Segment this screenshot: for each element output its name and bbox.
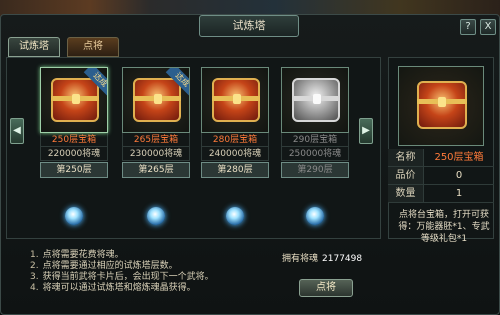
soul-orb-icon bbox=[65, 207, 83, 225]
chest-name: 250层宝箱 bbox=[40, 133, 108, 147]
detail-row-quantity: 数量 1 bbox=[388, 185, 494, 203]
chest-cost: 230000将魂 bbox=[122, 147, 190, 161]
detail-row-name: 名称 250层宝箱 bbox=[388, 149, 494, 167]
chest-image bbox=[281, 67, 349, 133]
soul-orb-icon bbox=[226, 207, 244, 225]
chest-image bbox=[201, 67, 269, 133]
detail-chest-image bbox=[398, 66, 484, 146]
soul-label: 拥有将魂 bbox=[282, 254, 319, 264]
soul-orb-icon bbox=[147, 207, 165, 225]
reward-card-265[interactable]: 达成 265层宝箱 230000将魂 第265层 bbox=[122, 67, 190, 178]
treasure-chest-icon bbox=[133, 78, 181, 122]
tab-dianjiang[interactable]: 点将 bbox=[67, 37, 119, 57]
chest-floor: 第290层 bbox=[281, 162, 349, 178]
chest-floor: 第250层 bbox=[40, 162, 108, 178]
chest-cost: 220000将魂 bbox=[40, 147, 108, 161]
tip-item: 3. 获得当前武将卡片后，会出现下一个武将。 bbox=[30, 272, 214, 282]
chest-cost: 240000将魂 bbox=[201, 147, 269, 161]
chest-floor: 第280层 bbox=[201, 162, 269, 178]
dianjiang-button[interactable]: 点将 bbox=[299, 279, 353, 297]
soul-value: 2177498 bbox=[322, 254, 363, 264]
close-button[interactable]: X bbox=[480, 19, 496, 35]
treasure-chest-icon bbox=[417, 81, 467, 129]
chest-image: 达成 bbox=[122, 67, 190, 133]
treasure-chest-locked-icon bbox=[292, 78, 340, 122]
reward-card-280[interactable]: 280层宝箱 240000将魂 第280层 bbox=[201, 67, 269, 178]
chest-name: 265层宝箱 bbox=[122, 133, 190, 147]
detail-value: 0 bbox=[455, 170, 463, 181]
detail-row-quality: 品价 0 bbox=[388, 167, 494, 185]
detail-info-table: 名称 250层宝箱 品价 0 数量 1 bbox=[388, 149, 494, 203]
tips-list: 1. 点将需要花费将魂。 2. 点将需要通过相应的试炼塔层数。 3. 获得当前武将卡片… bbox=[30, 250, 270, 294]
detail-value: 1 bbox=[455, 188, 463, 199]
detail-value: 250层宝箱 bbox=[434, 152, 484, 163]
tab-trial-tower[interactable]: 试炼塔 bbox=[8, 37, 60, 57]
detail-key: 品价 bbox=[388, 167, 424, 184]
detail-key: 数量 bbox=[388, 185, 424, 202]
chest-cost: 250000将魂 bbox=[281, 147, 349, 161]
window-title: 试炼塔 bbox=[199, 15, 299, 37]
chest-name: 290层宝箱 bbox=[281, 133, 349, 147]
tip-item: 1. 点将需要花费将魂。 bbox=[30, 250, 124, 260]
detail-description: 点将台宝箱，打开可获得：万能器胚*1、专武等级礼包*1 bbox=[398, 210, 490, 244]
chest-image: 达成 bbox=[40, 67, 108, 133]
soul-orb-icon bbox=[306, 207, 324, 225]
detail-key: 名称 bbox=[388, 149, 424, 166]
tip-item: 4. 将魂可以通过试炼塔和熔炼魂晶获得。 bbox=[30, 283, 196, 293]
chest-floor: 第265层 bbox=[122, 162, 190, 178]
next-page-arrow-icon[interactable]: ▶ bbox=[359, 118, 373, 144]
soul-balance: 拥有将魂 2177498 bbox=[282, 251, 362, 264]
tip-item: 2. 点将需要通过相应的试炼塔层数。 bbox=[30, 261, 178, 271]
chest-name: 280层宝箱 bbox=[201, 133, 269, 147]
treasure-chest-icon bbox=[51, 78, 99, 122]
reward-card-250[interactable]: 达成 250层宝箱 220000将魂 第250层 bbox=[40, 67, 108, 178]
prev-page-arrow-icon[interactable]: ◀ bbox=[10, 118, 24, 144]
reward-card-290[interactable]: 290层宝箱 250000将魂 第290层 bbox=[281, 67, 349, 178]
help-button[interactable]: ? bbox=[460, 19, 476, 35]
treasure-chest-icon bbox=[212, 78, 260, 122]
